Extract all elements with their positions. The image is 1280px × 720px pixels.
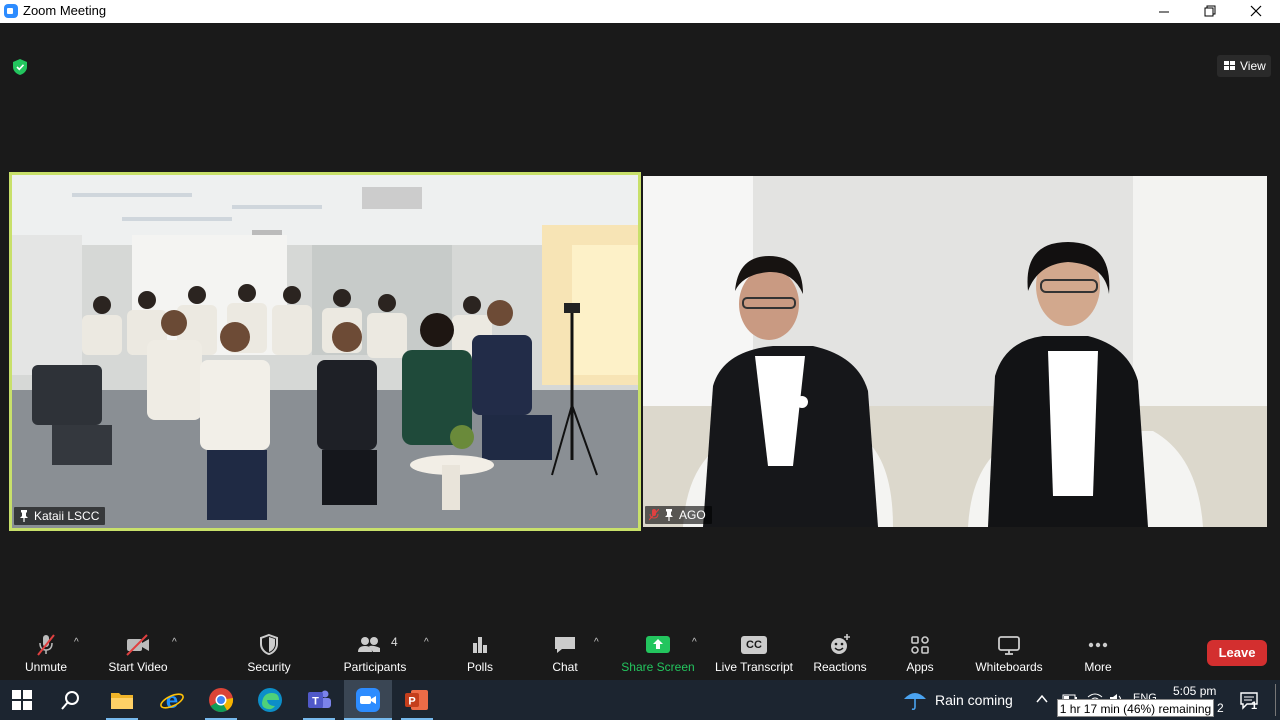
unmute-button[interactable]: Unmute bbox=[18, 629, 74, 677]
chevron-up-icon[interactable] bbox=[1036, 694, 1048, 704]
polls-button[interactable]: Polls bbox=[458, 629, 502, 677]
svg-text:T: T bbox=[312, 696, 319, 708]
show-desktop-button[interactable] bbox=[1275, 684, 1276, 716]
live-transcript-button[interactable]: CC Live Transcript bbox=[712, 629, 796, 677]
weather-rain-icon[interactable] bbox=[902, 687, 928, 711]
grid-view-icon bbox=[1224, 61, 1235, 70]
participant-name-tag: Kataii LSCC bbox=[14, 507, 106, 525]
start-video-button[interactable]: Start Video bbox=[105, 629, 171, 677]
apps-button[interactable]: Apps bbox=[899, 629, 941, 677]
svg-text:e: e bbox=[166, 688, 178, 713]
participants-count: 4 bbox=[391, 635, 398, 649]
participant-name: Kataii LSCC bbox=[34, 509, 100, 523]
unmute-label: Unmute bbox=[24, 660, 68, 674]
search-icon[interactable] bbox=[60, 689, 82, 711]
whiteboards-label: Whiteboards bbox=[975, 660, 1043, 674]
view-button[interactable]: View bbox=[1217, 55, 1271, 77]
encryption-shield-icon[interactable] bbox=[13, 59, 27, 75]
muted-mic-icon bbox=[649, 509, 659, 521]
whiteboards-button[interactable]: Whiteboards bbox=[970, 629, 1048, 677]
reactions-label: Reactions bbox=[813, 660, 867, 674]
clock-time[interactable]: 5:05 pm bbox=[1173, 684, 1216, 698]
start-icon[interactable] bbox=[12, 690, 32, 710]
pin-icon bbox=[665, 509, 673, 521]
chat-icon bbox=[555, 637, 575, 653]
svg-text:P: P bbox=[408, 696, 415, 708]
audio-options-caret[interactable]: ^ bbox=[74, 637, 84, 648]
apps-icon bbox=[911, 636, 929, 654]
share-screen-button[interactable]: Share Screen bbox=[620, 629, 696, 677]
live-transcript-label: Live Transcript bbox=[714, 660, 794, 674]
security-button[interactable]: Security bbox=[240, 629, 298, 677]
teams-icon[interactable]: T bbox=[306, 687, 332, 713]
security-label: Security bbox=[247, 660, 291, 674]
participant-video-studio bbox=[643, 176, 1267, 527]
participants-icon bbox=[358, 637, 381, 652]
muted-mic-icon bbox=[37, 634, 55, 656]
apps-label: Apps bbox=[906, 660, 934, 674]
video-tile-active-speaker[interactable]: Kataii LSCC bbox=[9, 172, 641, 531]
restore-icon bbox=[1204, 5, 1216, 17]
notification-count-badge: 1 bbox=[1251, 700, 1258, 712]
video-options-caret[interactable]: ^ bbox=[172, 637, 182, 648]
share-options-caret[interactable]: ^ bbox=[692, 637, 702, 648]
restore-button[interactable] bbox=[1187, 0, 1233, 23]
participants-button[interactable]: 4 Participants bbox=[340, 629, 410, 677]
participants-label: Participants bbox=[343, 660, 407, 674]
chrome-icon[interactable] bbox=[208, 687, 234, 713]
start-video-label: Start Video bbox=[108, 660, 168, 674]
pin-icon bbox=[20, 510, 28, 522]
window-title-bar: Zoom Meeting bbox=[0, 0, 1280, 23]
share-screen-icon bbox=[646, 636, 670, 653]
close-window-button[interactable] bbox=[1233, 0, 1279, 23]
participants-options-caret[interactable]: ^ bbox=[424, 637, 434, 648]
window-title: Zoom Meeting bbox=[23, 3, 107, 18]
closed-caption-icon: CC bbox=[741, 636, 767, 654]
more-label: More bbox=[1084, 660, 1112, 674]
participant-video-room bbox=[12, 175, 638, 528]
meeting-toolbar: Unmute ^ Start Video ^ Security 4 Partic… bbox=[0, 623, 1280, 680]
weather-text[interactable]: Rain coming bbox=[935, 692, 1013, 708]
leave-button[interactable]: Leave bbox=[1207, 640, 1267, 666]
share-screen-label: Share Screen bbox=[621, 660, 695, 674]
powerpoint-icon[interactable]: P bbox=[404, 687, 430, 713]
participant-name-tag: AGO bbox=[645, 506, 712, 524]
more-button[interactable]: More bbox=[1077, 629, 1119, 677]
minimize-icon bbox=[1159, 11, 1169, 13]
video-tile[interactable]: AGO bbox=[643, 176, 1267, 527]
reactions-icon bbox=[831, 634, 850, 654]
file-explorer-icon[interactable] bbox=[109, 687, 135, 713]
minimize-button[interactable] bbox=[1141, 0, 1187, 23]
polls-icon bbox=[473, 637, 487, 653]
clock-date-partial: 2 bbox=[1217, 701, 1224, 715]
video-off-icon bbox=[126, 634, 149, 656]
polls-label: Polls bbox=[466, 660, 493, 674]
more-dots-icon bbox=[1088, 642, 1108, 648]
participant-name: AGO bbox=[679, 508, 706, 522]
zoom-app-icon bbox=[4, 4, 18, 18]
internet-explorer-icon[interactable]: e bbox=[159, 687, 185, 713]
battery-tooltip: 1 hr 17 min (46%) remaining bbox=[1057, 699, 1214, 717]
chat-label: Chat bbox=[552, 660, 578, 674]
edge-icon[interactable] bbox=[257, 687, 283, 713]
chat-button[interactable]: Chat bbox=[543, 629, 587, 677]
reactions-button[interactable]: Reactions bbox=[810, 629, 870, 677]
zoom-icon[interactable] bbox=[355, 687, 381, 713]
whiteboard-icon bbox=[998, 636, 1020, 655]
chat-options-caret[interactable]: ^ bbox=[594, 637, 604, 648]
close-icon bbox=[1250, 5, 1262, 17]
view-label: View bbox=[1240, 59, 1266, 73]
security-shield-icon bbox=[260, 633, 278, 656]
